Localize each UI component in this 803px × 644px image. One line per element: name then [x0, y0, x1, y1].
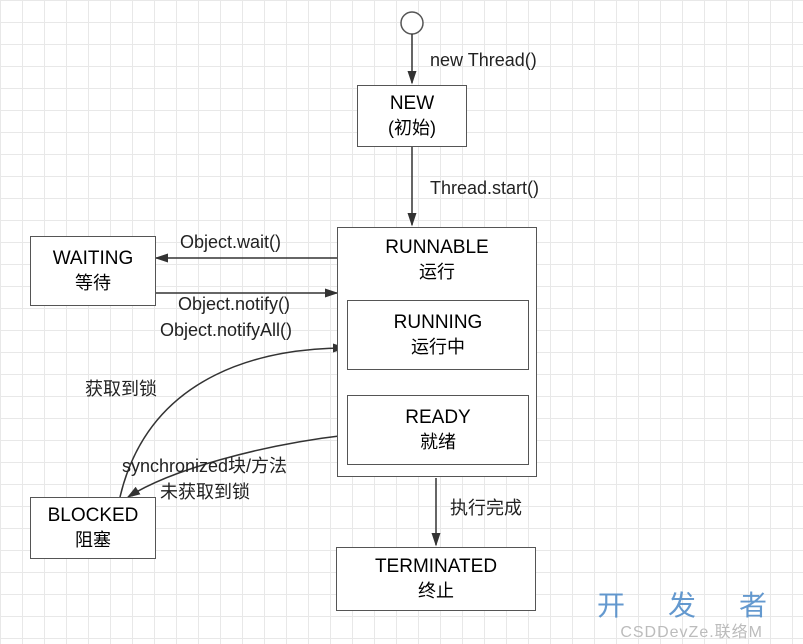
- state-running-sub: 运行中: [411, 336, 465, 359]
- label-new-thread: new Thread(): [430, 50, 537, 71]
- state-running: RUNNING 运行中: [347, 300, 529, 370]
- label-sync-block: synchronized块/方法: [122, 452, 287, 478]
- state-waiting: WAITING 等待: [30, 236, 156, 306]
- state-blocked: BLOCKED 阻塞: [30, 497, 156, 559]
- state-new-title: NEW: [390, 92, 434, 117]
- watermark-csdn: CSDDevZe.联络M: [620, 618, 763, 642]
- state-runnable-title: RUNNABLE: [385, 236, 488, 261]
- state-terminated: TERMINATED 终止: [336, 547, 536, 611]
- label-object-notify: Object.notify(): [178, 294, 290, 315]
- label-exec-done: 执行完成: [450, 494, 522, 520]
- label-notify-all: Object.notifyAll(): [160, 320, 292, 341]
- state-terminated-sub: 终止: [418, 580, 454, 603]
- label-not-got-lock: 未获取到锁: [160, 478, 250, 504]
- label-got-lock: 获取到锁: [85, 375, 157, 401]
- label-object-wait: Object.wait(): [180, 232, 281, 253]
- state-blocked-sub: 阻塞: [75, 529, 111, 552]
- state-new: NEW (初始): [357, 85, 467, 147]
- state-new-sub: (初始): [388, 117, 436, 140]
- state-terminated-title: TERMINATED: [375, 555, 497, 580]
- state-running-title: RUNNING: [394, 311, 483, 336]
- state-waiting-title: WAITING: [53, 247, 134, 272]
- state-ready-title: READY: [405, 406, 470, 431]
- state-runnable-sub: 运行: [419, 261, 455, 284]
- label-thread-start: Thread.start(): [430, 178, 539, 199]
- state-ready: READY 就绪: [347, 395, 529, 465]
- state-ready-sub: 就绪: [420, 431, 456, 454]
- state-waiting-sub: 等待: [75, 272, 111, 295]
- state-blocked-title: BLOCKED: [48, 504, 139, 529]
